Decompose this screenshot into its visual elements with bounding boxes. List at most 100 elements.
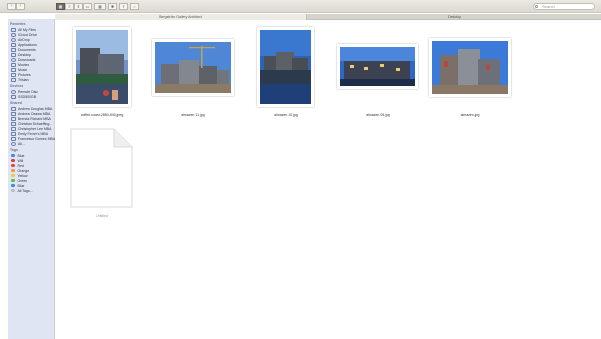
tag-color-icon [11, 188, 15, 193]
sidebar-item-label: Yellow [17, 173, 28, 178]
sidebar-item-label: Red [17, 163, 24, 168]
sidebar-header-favorites: Favorites [10, 22, 26, 26]
sidebar-header-devices: Devices [10, 84, 24, 88]
blank-document-icon[interactable] [70, 128, 133, 208]
all-files-icon [11, 27, 16, 32]
photo-thumbnail-icon [155, 42, 231, 93]
tag-color-icon [11, 178, 15, 183]
sidebar-item-label: Remote Disc [18, 89, 39, 94]
computer-icon [11, 111, 16, 116]
file-item-2-name[interactable]: almazen 11.jpg [152, 113, 234, 117]
computer-icon [11, 121, 16, 126]
share-button[interactable]: ⇪ [119, 3, 128, 10]
photo-thumbnail-icon [340, 47, 415, 86]
icon-view-button[interactable]: ▦ [56, 3, 65, 10]
file-grid: coffee-coast-2880-540.jpeg almazen 11.jp… [56, 21, 601, 339]
downloads-icon [11, 57, 16, 62]
sidebar-item-label: Pictures [18, 72, 31, 77]
sidebar-item-shared-all[interactable]: All... [11, 141, 25, 146]
airdrop-icon [11, 37, 16, 42]
sidebar-item-label: Documents [18, 47, 36, 52]
action-button[interactable]: ✱ [108, 3, 117, 10]
sidebar-header-tags: Tags [10, 148, 18, 152]
search-field[interactable]: Search [533, 3, 595, 10]
sidebar-item-label: Applications [18, 42, 37, 47]
tag-button[interactable]: ○ [130, 3, 139, 10]
tag-color-icon [11, 173, 15, 178]
sidebar-item-label: Andrew Douglas MBA [18, 106, 53, 111]
nav-buttons: ‹ › [7, 3, 25, 10]
sidebar-item-label: Green [17, 178, 28, 183]
tag-color-icon [11, 168, 15, 173]
sidebar-item-label: Brenda Richard MBA [18, 116, 51, 121]
sidebar-item-label: All My Files [18, 27, 36, 32]
toolbar: ‹ › ▦ ≡ ⫴ ▭ ▦ ✱ ⇪ ○ Search [0, 0, 601, 13]
file-item-5-name[interactable]: almazen.jpg [429, 113, 511, 117]
file-item-4-name[interactable]: almazen 09.jpg [338, 113, 418, 117]
sidebar-item-label: SSD500GB [18, 94, 37, 99]
drive-icon [11, 94, 16, 99]
computer-icon [11, 116, 16, 121]
column-view-button[interactable]: ⫴ [74, 3, 83, 10]
sidebar-item-label: Andrew Ozawa MBA [18, 111, 51, 116]
file-item-4-thumbnail[interactable] [337, 44, 418, 89]
search-icon [535, 5, 538, 8]
sidebar-item-ssd[interactable]: SSD500GB [11, 94, 36, 99]
file-item-3-name[interactable]: almazen 10.jpg [256, 113, 316, 117]
computer-icon [11, 131, 16, 136]
tab-bar: Bergström Gallery Architect Desktop [55, 14, 601, 20]
music-icon [11, 67, 16, 72]
sidebar-item-label: AirDrop [18, 37, 30, 42]
forward-button[interactable]: › [16, 3, 25, 10]
sidebar-item-label: All... [18, 141, 25, 146]
sidebar: Favorites All My Files iCloud Drive AirD… [8, 19, 55, 339]
sidebar-item-label: Orange [17, 168, 30, 173]
computer-icon [11, 106, 16, 111]
tag-color-icon [11, 183, 15, 188]
file-item-2-thumbnail[interactable] [152, 39, 234, 96]
sidebar-item-label: Tristan [18, 77, 29, 82]
documents-icon [11, 47, 16, 52]
disc-icon [11, 89, 16, 94]
file-item-6-name[interactable]: Untitled [71, 214, 133, 218]
sidebar-item-label: Movies [18, 62, 30, 67]
file-item-1-name[interactable]: coffee-coast-2880-540.jpeg [63, 113, 141, 117]
cover-flow-button[interactable]: ▭ [83, 3, 92, 10]
photo-thumbnail-icon [260, 30, 311, 104]
tab-gallery[interactable]: Bergström Gallery Architect [55, 14, 307, 20]
tab-desktop[interactable]: Desktop [308, 14, 601, 20]
sidebar-item-label: Francesco Gomez MBA [18, 136, 56, 141]
sidebar-item-label: Desktop [18, 52, 31, 57]
sidebar-item-label: Will [17, 158, 24, 163]
sidebar-tag-all[interactable]: All Tags... [11, 188, 33, 193]
file-item-1-thumbnail[interactable] [73, 27, 131, 107]
pictures-icon [11, 72, 16, 77]
sidebar-item-label: All Tags... [17, 188, 33, 193]
sidebar-item-label: Christian Schaeffing... [18, 121, 53, 126]
sidebar-item-label: Blue [17, 153, 25, 158]
movies-icon [11, 62, 16, 67]
applications-icon [11, 42, 16, 47]
arrange-button[interactable]: ▦ [94, 3, 106, 10]
sidebar-header-shared: Shared [10, 101, 22, 105]
file-item-3-thumbnail[interactable] [257, 27, 314, 107]
list-view-button[interactable]: ≡ [65, 3, 74, 10]
photo-thumbnail-icon [76, 30, 128, 104]
view-mode-group: ▦ ≡ ⫴ ▭ [56, 3, 92, 10]
finder-window: ‹ › ▦ ≡ ⫴ ▭ ▦ ✱ ⇪ ○ Search Bergström Gal… [0, 0, 601, 339]
search-placeholder: Search [542, 4, 555, 9]
back-button[interactable]: ‹ [7, 3, 16, 10]
tag-color-icon [11, 153, 15, 158]
sidebar-item-home[interactable]: Tristan [11, 77, 29, 82]
cloud-icon [11, 32, 16, 37]
computer-icon [11, 136, 16, 141]
file-item-5-thumbnail[interactable] [429, 38, 511, 97]
tag-color-icon [11, 163, 15, 168]
sidebar-item-label: Blue [17, 183, 25, 188]
desktop-icon [11, 52, 16, 57]
home-icon [11, 77, 16, 82]
network-icon [11, 141, 16, 146]
sidebar-item-label: Emily Ferrer's MBA [18, 131, 49, 136]
sidebar-item-label: Music [18, 67, 28, 72]
sidebar-item-label: Downloads [18, 57, 36, 62]
